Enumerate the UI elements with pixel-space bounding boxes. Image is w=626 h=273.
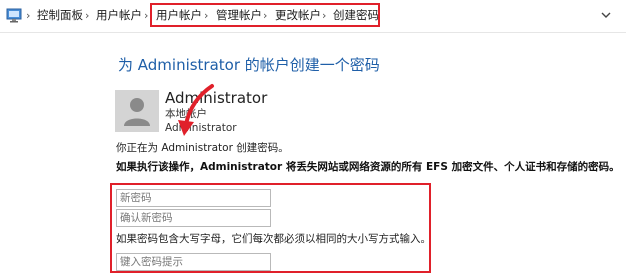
password-hint-input[interactable] — [116, 253, 271, 271]
account-type: 本地帐户 — [165, 108, 207, 120]
breadcrumb-user-accounts[interactable]: 用户帐户 — [96, 8, 142, 23]
case-sensitivity-hint: 如果密码包含大写字母，它们每次都必须以相同的大小写方式输入。 — [116, 233, 431, 245]
new-password-input[interactable] — [116, 189, 271, 207]
page-title: 为 Administrator 的帐户创建一个密码 — [118, 56, 380, 74]
control-panel-icon — [6, 8, 22, 23]
breadcrumb-highlight-box — [150, 3, 380, 27]
address-bar: › 控制面板 › 用户帐户 › 用户帐户 › 管理帐户 › 更改帐户 › 创建密… — [0, 0, 626, 33]
breadcrumb-control-panel[interactable]: 控制面板 — [37, 8, 83, 23]
chevron-down-icon[interactable] — [600, 10, 612, 20]
breadcrumb-separator: › — [26, 9, 31, 22]
breadcrumb-separator: › — [85, 9, 90, 22]
user-avatar-icon — [115, 90, 159, 132]
warning-text: 如果执行该操作，Administrator 将丢失网站或网络资源的所有 EFS … — [116, 161, 620, 173]
account-name: Administrator — [165, 89, 268, 107]
confirm-password-input[interactable] — [116, 209, 271, 227]
account-group: Administrator — [165, 122, 237, 134]
info-text: 你正在为 Administrator 创建密码。 — [116, 142, 289, 154]
breadcrumb-separator: › — [144, 9, 149, 22]
